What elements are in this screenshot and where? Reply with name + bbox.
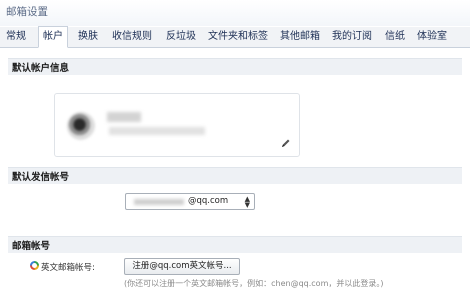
pencil-icon[interactable] — [281, 138, 291, 148]
sender-account-select[interactable]: @qq.com ▲ ▼ — [125, 193, 255, 210]
updown-arrow-icon: ▲ ▼ — [244, 195, 250, 209]
section-title-default-sender: 默认发信帐号 — [12, 172, 70, 183]
tab-receive-rules[interactable]: 收信规则 — [112, 27, 152, 47]
settings-tab-bar: 常规 帐户 换肤 收信规则 反垃圾 文件夹和标签 其他邮箱 我的订阅 信纸 体验… — [0, 26, 470, 48]
avatar — [67, 112, 95, 140]
tab-skin[interactable]: 换肤 — [78, 27, 98, 47]
blurred-username — [134, 199, 184, 205]
section-band-default-account — [8, 58, 462, 75]
section-title-default-account: 默认帐户信息 — [12, 63, 70, 74]
section-band-default-sender — [8, 167, 462, 184]
tab-other-mailboxes[interactable]: 其他邮箱 — [280, 27, 320, 47]
register-english-account-button[interactable]: 注册@qq.com英文帐号... — [124, 258, 240, 275]
sender-account-value: @qq.com — [188, 196, 229, 206]
tab-account[interactable]: 帐户 — [38, 26, 68, 48]
account-card — [54, 93, 300, 157]
tab-subscriptions[interactable]: 我的订阅 — [332, 27, 372, 47]
tab-anti-spam[interactable]: 反垃圾 — [166, 27, 196, 47]
blurred-name — [107, 112, 141, 122]
settings-header: 邮箱设置 — [0, 0, 470, 26]
section-title-mailbox-account: 邮箱帐号 — [12, 241, 51, 252]
qq-color-icon — [30, 261, 39, 270]
tab-lab[interactable]: 体验室 — [417, 27, 447, 47]
section-band-mailbox-account — [8, 236, 462, 253]
tab-folders-labels[interactable]: 文件夹和标签 — [208, 27, 268, 47]
tab-stationery[interactable]: 信纸 — [385, 27, 405, 47]
english-mailbox-label: 英文邮箱帐号: — [41, 263, 95, 273]
english-account-hint: (你还可以注册一个英文邮箱帐号，例如：chen@qq.com，并以此登录。) — [124, 279, 384, 288]
tab-general[interactable]: 常规 — [6, 27, 26, 47]
blurred-email — [109, 127, 205, 135]
page-title: 邮箱设置 — [6, 6, 48, 18]
